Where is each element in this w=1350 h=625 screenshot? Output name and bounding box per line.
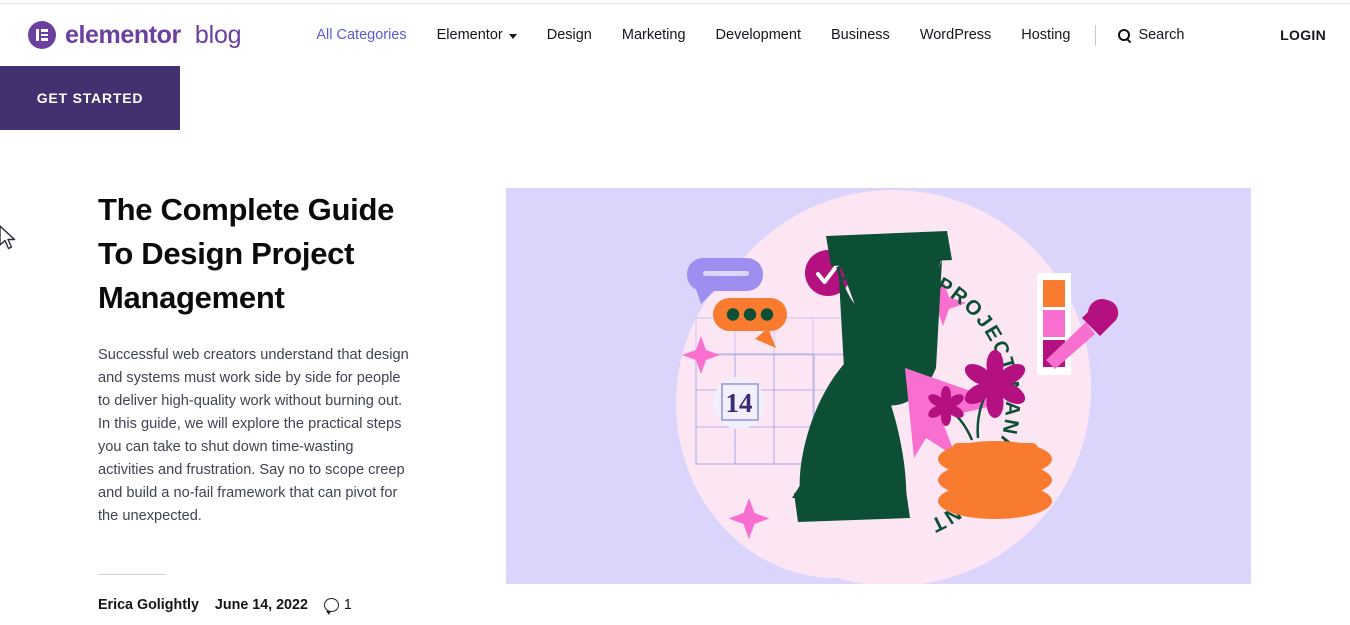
nav-item-all-categories[interactable]: All Categories: [301, 27, 421, 43]
comment-count-group[interactable]: 1: [323, 597, 352, 615]
nav-item-label: Hosting: [1021, 27, 1071, 43]
search-label: Search: [1138, 27, 1185, 43]
elementor-logo-icon: [28, 21, 56, 49]
brand-name: elementor: [65, 20, 181, 49]
comment-count: 1: [343, 597, 352, 614]
nav-item-development[interactable]: Development: [701, 27, 816, 43]
search-button[interactable]: Search: [1106, 27, 1196, 43]
article-author: Erica Golightly: [98, 597, 199, 614]
nav-item-marketing[interactable]: Marketing: [607, 27, 701, 43]
login-button[interactable]: LOGIN: [1280, 27, 1326, 43]
site-header: elementor blog All Categories Elementor …: [0, 4, 1350, 66]
nav-item-label: Elementor: [436, 27, 503, 43]
nav-item-label: Development: [715, 27, 801, 43]
nav-item-label: WordPress: [919, 27, 992, 43]
nav-item-label: Marketing: [621, 27, 686, 43]
chevron-down-icon: [508, 33, 517, 39]
get-started-button[interactable]: GET STARTED: [0, 66, 180, 130]
nav-item-business[interactable]: Business: [816, 27, 905, 43]
article-hero-illustration[interactable]: 14 DE: [506, 188, 1251, 584]
meta-divider: [98, 574, 166, 576]
nav-item-elementor[interactable]: Elementor: [422, 27, 532, 43]
page-title: The Complete Guide To Design Project Man…: [98, 192, 395, 316]
swatch-pink: [1043, 310, 1065, 337]
swatch-orange: [1043, 280, 1065, 307]
nav-item-wordpress[interactable]: WordPress: [905, 27, 1006, 43]
article-excerpt: Successful web creators understand that …: [98, 347, 409, 525]
orange-pot: [938, 441, 1052, 519]
nav-item-label: Business: [830, 27, 890, 43]
nav-item-design[interactable]: Design: [532, 27, 607, 43]
brand-logo[interactable]: elementor blog: [28, 20, 242, 50]
primary-nav: All Categories Elementor Design Marketin…: [301, 24, 1196, 46]
comment-bubble-icon: [323, 598, 339, 615]
article-summary: The Complete Guide To Design Project Man…: [98, 188, 418, 615]
mouse-cursor: [0, 225, 16, 250]
nav-item-label: All Categories: [316, 27, 407, 43]
nav-divider: [1095, 24, 1097, 46]
search-icon: [1118, 28, 1131, 42]
article-meta: Erica Golightly June 14, 2022 1: [98, 597, 418, 615]
brand-subtitle: blog: [194, 20, 242, 49]
calendar-day-number: 14: [726, 388, 753, 418]
article-date: June 14, 2022: [214, 597, 308, 614]
nav-item-hosting[interactable]: Hosting: [1006, 27, 1085, 43]
nav-item-label: Design: [546, 27, 592, 43]
